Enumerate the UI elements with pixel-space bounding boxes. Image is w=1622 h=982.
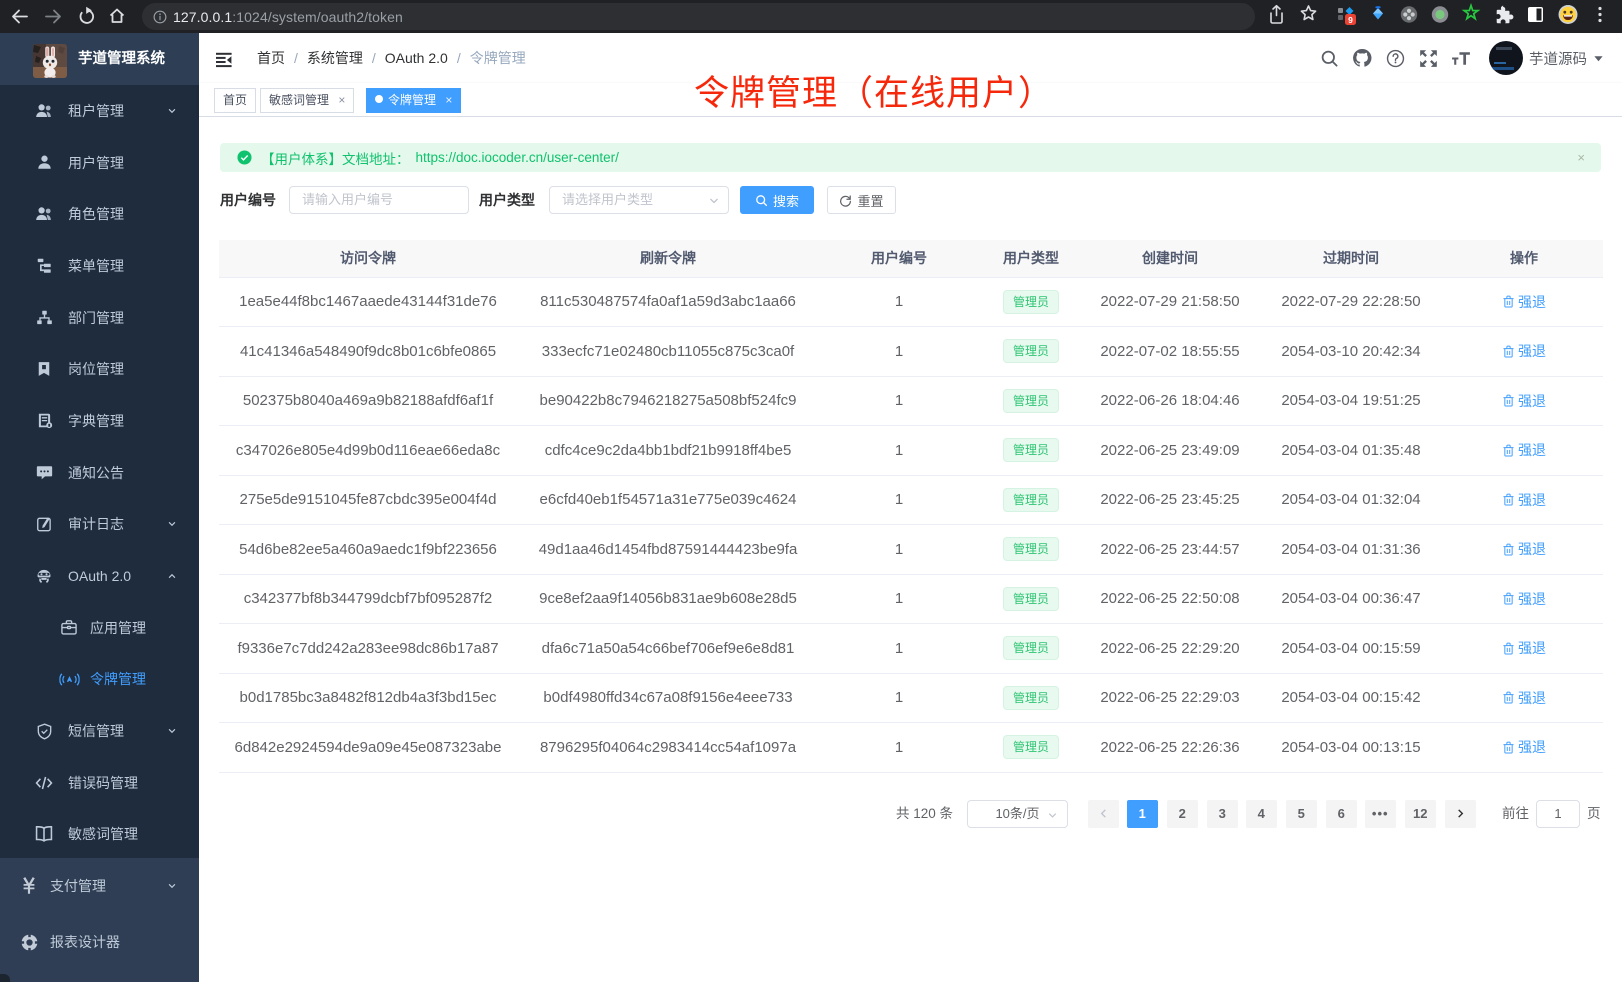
svg-text:9: 9	[1348, 15, 1353, 25]
